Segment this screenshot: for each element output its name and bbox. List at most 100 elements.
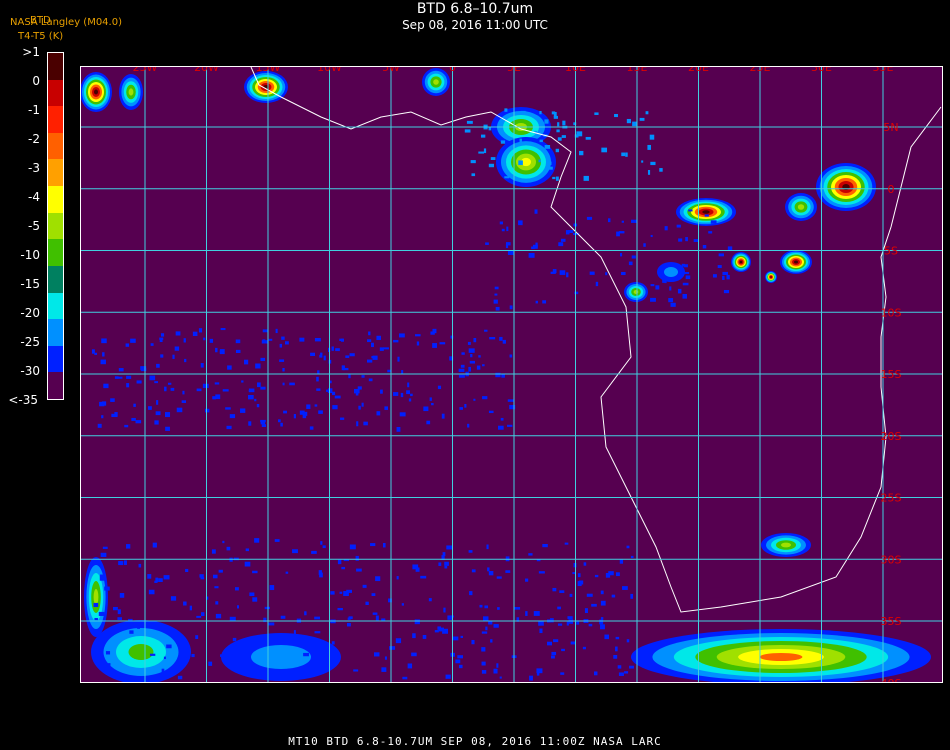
cloud-speck: [370, 543, 376, 547]
cloud-speck: [371, 593, 376, 597]
cloud-speck: [625, 152, 628, 157]
colorbar-segment: [48, 186, 63, 214]
cloud-speck: [260, 357, 266, 362]
cloud-speck: [393, 339, 399, 343]
cloud-speck: [376, 335, 382, 340]
cloud-speck: [460, 635, 464, 638]
cloud-speck: [93, 602, 99, 608]
cloud-speck: [552, 269, 557, 274]
cloud-speck: [220, 327, 226, 331]
cloud-speck: [561, 648, 565, 652]
colorbar-segment: [48, 319, 63, 347]
cloud-speck: [542, 300, 547, 304]
colorbar-label: -4: [28, 190, 40, 204]
cloud-speck: [181, 400, 187, 403]
cloud-speck: [262, 671, 265, 675]
cloud-speck: [550, 618, 554, 623]
cloud-speck: [487, 567, 490, 572]
colorbar: [47, 52, 64, 400]
cloud-speck: [678, 238, 683, 242]
cloud-speck: [471, 639, 475, 645]
cloud-speck: [488, 571, 494, 576]
cloud-speck: [371, 342, 374, 348]
cloud-speck: [647, 169, 651, 175]
cloud-speck: [397, 356, 400, 362]
cloud-speck: [156, 363, 160, 368]
cloud-speck: [395, 638, 402, 644]
cloud-speck: [410, 393, 413, 397]
cloud-speck: [481, 647, 486, 652]
cloud-speck: [355, 555, 359, 561]
cloud-speck: [345, 355, 350, 358]
cloud-speck: [332, 405, 338, 410]
cloud-speck: [164, 386, 167, 392]
cloud-speck: [564, 542, 569, 545]
longitude-label: 5W: [382, 67, 400, 74]
cloud-speck: [361, 402, 364, 407]
cloud-speck: [127, 624, 133, 628]
cloud-speck: [402, 676, 408, 680]
cloud-speck: [226, 425, 232, 430]
cloud-blob: [770, 276, 772, 278]
cloud-speck: [583, 562, 587, 566]
cloud-speck: [337, 607, 343, 611]
cloud-speck: [626, 545, 630, 549]
satellite-map[interactable]: 25W 20W 15W 10W 5W 0 5E 10E 15E 20E 25E 30E 35E 5N 0 5S…: [80, 66, 943, 683]
cloud-speck: [518, 160, 523, 165]
cloud-speck: [493, 624, 499, 628]
cloud-speck: [349, 353, 355, 357]
cloud-speck: [98, 611, 105, 616]
cloud-speck: [147, 574, 152, 579]
cloud-speck: [173, 667, 176, 670]
cloud-speck: [562, 120, 566, 126]
longitude-label: 25W: [133, 67, 158, 74]
cloud-speck: [274, 539, 280, 542]
cloud-speck: [101, 338, 107, 344]
cloud-speck: [538, 621, 544, 626]
cloud-speck: [260, 420, 266, 425]
cloud-speck: [316, 388, 321, 391]
cloud-speck: [570, 641, 576, 645]
cloud-speck: [99, 576, 106, 581]
cloud-blob: [781, 542, 791, 548]
cloud-speck: [376, 411, 381, 416]
cloud-speck: [327, 388, 333, 394]
cloud-speck: [557, 137, 562, 141]
cloud-speck: [473, 337, 477, 343]
cloud-speck: [375, 576, 381, 582]
cloud-speck: [415, 567, 420, 572]
cloud-speck: [148, 406, 152, 410]
cloud-speck: [257, 382, 261, 388]
cloud-speck: [574, 291, 579, 295]
cloud-speck: [289, 382, 295, 386]
cloud-blob: [128, 88, 134, 96]
cloud-speck: [438, 627, 444, 632]
cloud-speck: [557, 606, 561, 610]
cloud-speck: [225, 407, 231, 410]
cloud-speck: [507, 399, 514, 402]
cloud-speck: [113, 606, 118, 611]
cloud-speck: [514, 607, 521, 610]
cloud-speck: [505, 570, 511, 573]
cloud-speck: [137, 625, 140, 629]
longitude-label: 25E: [750, 67, 771, 74]
cloud-speck: [170, 387, 175, 391]
longitude-label: 0: [449, 67, 456, 74]
cloud-speck: [349, 544, 356, 550]
latitude-label: 10S: [881, 306, 902, 319]
cloud-speck: [290, 639, 294, 644]
cloud-speck: [306, 404, 311, 409]
cloud-speck: [191, 653, 195, 658]
cloud-speck: [432, 343, 438, 348]
cloud-speck: [161, 668, 165, 673]
cloud-speck: [685, 275, 691, 280]
cloud-speck: [567, 616, 573, 620]
cloud-speck: [559, 270, 566, 275]
cloud-speck: [659, 168, 663, 172]
cloud-speck: [226, 546, 231, 551]
cloud-speck: [434, 630, 439, 633]
cloud-speck: [100, 552, 107, 557]
cloud-speck: [407, 663, 413, 669]
cloud-speck: [167, 382, 172, 385]
latitude-label: 5N: [883, 121, 898, 134]
